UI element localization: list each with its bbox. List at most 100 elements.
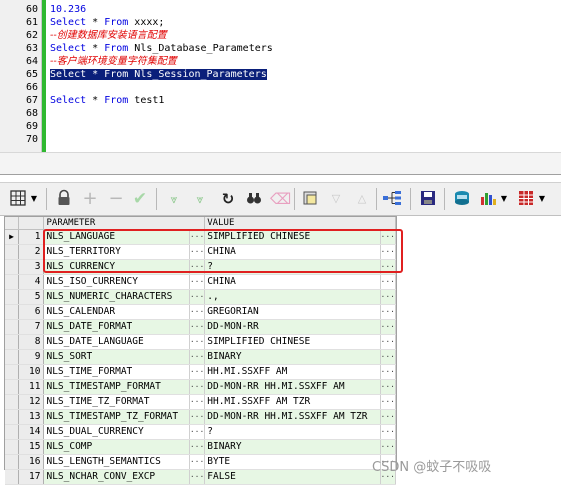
column-header-value[interactable]: VALUE	[204, 217, 396, 230]
table-row[interactable]: 13 NLS_TIMESTAMP_TZ_FORMAT ··· DD-MON-RR HH…	[5, 409, 397, 425]
table-row[interactable]: 4 NLS_ISO_CURRENCY ··· CHINA ···	[5, 274, 397, 290]
cell-ellipsis-button[interactable]: ···	[189, 469, 206, 485]
column-header-parameter[interactable]: PARAMETER	[43, 217, 206, 230]
clear-icon[interactable]: ⌫	[270, 189, 291, 209]
cell-ellipsis-button[interactable]: ···	[189, 379, 206, 395]
cell-ellipsis-button[interactable]: ···	[189, 349, 206, 365]
cell-ellipsis-button[interactable]: ···	[189, 439, 206, 455]
cell-ellipsis-button[interactable]: ···	[380, 304, 397, 320]
editor-line[interactable]: 66	[0, 81, 561, 94]
parameter-cell[interactable]: NLS_CURRENCY	[43, 259, 190, 275]
cell-ellipsis-button[interactable]: ···	[189, 394, 206, 410]
cell-ellipsis-button[interactable]: ···	[189, 289, 206, 305]
sort-up-icon[interactable]: △	[352, 189, 372, 209]
code-text[interactable]: 10.236	[50, 3, 86, 16]
cell-ellipsis-button[interactable]: ···	[380, 379, 397, 395]
value-cell[interactable]: SIMPLIFIED CHINESE	[204, 229, 381, 245]
cell-ellipsis-button[interactable]: ···	[189, 319, 206, 335]
cell-ellipsis-button[interactable]: ···	[189, 334, 206, 350]
cell-ellipsis-button[interactable]: ···	[380, 319, 397, 335]
table-row[interactable]: 17 NLS_NCHAR_CONV_EXCP ··· FALSE ···	[5, 469, 397, 485]
sort-down-icon[interactable]: ▽	[326, 189, 346, 209]
parameter-cell[interactable]: NLS_CALENDAR	[43, 304, 190, 320]
cell-ellipsis-button[interactable]: ···	[380, 244, 397, 260]
parameter-cell[interactable]: NLS_DATE_LANGUAGE	[43, 334, 190, 350]
table-row[interactable]: 15 NLS_COMP ··· BINARY ···	[5, 439, 397, 455]
value-cell[interactable]: ?	[204, 259, 381, 275]
value-cell[interactable]: BINARY	[204, 349, 381, 365]
cell-ellipsis-button[interactable]: ···	[380, 394, 397, 410]
cell-ellipsis-button[interactable]: ···	[189, 364, 206, 380]
cell-ellipsis-button[interactable]: ···	[380, 334, 397, 350]
value-cell[interactable]: BYTE	[204, 454, 381, 470]
parameter-cell[interactable]: NLS_LANGUAGE	[43, 229, 190, 245]
cell-ellipsis-button[interactable]: ···	[189, 454, 206, 470]
cell-ellipsis-button[interactable]: ···	[380, 274, 397, 290]
table-row[interactable]: 12 NLS_TIME_TZ_FORMAT ··· HH.MI.SSXFF AM TZ…	[5, 394, 397, 410]
parameter-cell[interactable]: NLS_COMP	[43, 439, 190, 455]
refresh-icon[interactable]: ↻	[218, 189, 238, 209]
lock-icon[interactable]	[54, 189, 74, 209]
table-row[interactable]: 8 NLS_DATE_LANGUAGE ··· SIMPLIFIED CHINESE ·…	[5, 334, 397, 350]
cell-ellipsis-button[interactable]: ···	[189, 424, 206, 440]
table-row[interactable]: 5 NLS_NUMERIC_CHARACTERS ···., ···	[5, 289, 397, 305]
code-text[interactable]: Select * From Nls_Session_Parameters	[50, 68, 267, 81]
find-icon[interactable]	[244, 189, 264, 209]
cell-ellipsis-button[interactable]: ···	[189, 259, 206, 275]
table-row[interactable]: 7 NLS_DATE_FORMAT ··· DD-MON-RR ···	[5, 319, 397, 335]
editor-line[interactable]: 61 Select * From xxxx;	[0, 16, 561, 29]
parameter-cell[interactable]: NLS_TIMESTAMP_FORMAT	[43, 379, 190, 395]
value-cell[interactable]: BINARY	[204, 439, 381, 455]
save-icon[interactable]	[418, 189, 438, 209]
value-cell[interactable]: DD-MON-RR HH.MI.SSXFF AM	[204, 379, 381, 395]
result-grid[interactable]: PARAMETER VALUE ▶ 1 NLS_LANGUAGE ··· SIMPLIF…	[4, 216, 397, 485]
code-text[interactable]: Select * From test1	[50, 94, 164, 107]
cell-ellipsis-button[interactable]: ···	[189, 244, 206, 260]
editor-line[interactable]: 64 --客户端环境变量字符集配置	[0, 55, 561, 68]
cell-ellipsis-button[interactable]: ···	[380, 289, 397, 305]
code-text[interactable]: Select * From Nls_Database_Parameters	[50, 42, 273, 55]
grid-view-icon[interactable]	[8, 189, 28, 209]
value-cell[interactable]: HH.MI.SSXFF AM TZR	[204, 394, 381, 410]
value-cell[interactable]: GREGORIAN	[204, 304, 381, 320]
cell-ellipsis-button[interactable]: ···	[189, 304, 206, 320]
parameter-cell[interactable]: NLS_DUAL_CURRENCY	[43, 424, 190, 440]
query-by-example-icon[interactable]	[300, 189, 320, 209]
value-cell[interactable]: CHINA	[204, 244, 381, 260]
table-row[interactable]: 6 NLS_CALENDAR ··· GREGORIAN ···	[5, 304, 397, 320]
cell-ellipsis-button[interactable]: ···	[380, 229, 397, 245]
delete-record-icon[interactable]: −	[106, 189, 126, 209]
parameter-cell[interactable]: NLS_TIME_TZ_FORMAT	[43, 394, 190, 410]
value-cell[interactable]: HH.MI.SSXFF AM	[204, 364, 381, 380]
parameter-cell[interactable]: NLS_TIME_FORMAT	[43, 364, 190, 380]
cell-ellipsis-button[interactable]: ···	[189, 229, 206, 245]
fetch-next-icon[interactable]: ⩔	[164, 189, 184, 209]
parameter-cell[interactable]: NLS_NUMERIC_CHARACTERS	[43, 289, 190, 305]
table-row[interactable]: ▶ 1 NLS_LANGUAGE ··· SIMPLIFIED CHINESE ···	[5, 229, 397, 245]
code-text[interactable]: Select * From xxxx;	[50, 16, 164, 29]
parameter-cell[interactable]: NLS_TERRITORY	[43, 244, 190, 260]
value-cell[interactable]: .,	[204, 289, 381, 305]
editor-line[interactable]: 65 Select * From Nls_Session_Parameters	[0, 68, 561, 81]
cell-ellipsis-button[interactable]: ···	[380, 364, 397, 380]
export-icon[interactable]	[452, 189, 472, 209]
editor-line[interactable]: 67 Select * From test1	[0, 94, 561, 107]
table-row[interactable]: 16 NLS_LENGTH_SEMANTICS ··· BYTE ···	[5, 454, 397, 470]
fetch-last-icon[interactable]: ⩔	[190, 189, 210, 209]
code-text[interactable]: --创建数据库安装语言配置	[50, 29, 167, 42]
editor-line[interactable]: 68	[0, 107, 561, 120]
table-row[interactable]: 11 NLS_TIMESTAMP_FORMAT ··· DD-MON-RR HH.MI…	[5, 379, 397, 395]
post-record-icon[interactable]: ✔	[130, 189, 150, 209]
value-cell[interactable]: DD-MON-RR	[204, 319, 381, 335]
value-cell[interactable]: FALSE	[204, 469, 381, 485]
parameter-cell[interactable]: NLS_LENGTH_SEMANTICS	[43, 454, 190, 470]
editor-horizontal-scrollbar[interactable]	[0, 152, 561, 174]
tree-view-icon[interactable]	[382, 189, 402, 209]
chart-icon[interactable]	[478, 189, 498, 209]
cell-ellipsis-button[interactable]: ···	[189, 274, 206, 290]
cell-ellipsis-button[interactable]: ···	[380, 424, 397, 440]
parameter-cell[interactable]: NLS_DATE_FORMAT	[43, 319, 190, 335]
parameter-cell[interactable]: NLS_ISO_CURRENCY	[43, 274, 190, 290]
sql-editor[interactable]: 60 10.236 61 Select * From xxxx; 62 --创建数据库安装…	[0, 0, 561, 175]
table-row[interactable]: 10 NLS_TIME_FORMAT ··· HH.MI.SSXFF AM ···	[5, 364, 397, 380]
